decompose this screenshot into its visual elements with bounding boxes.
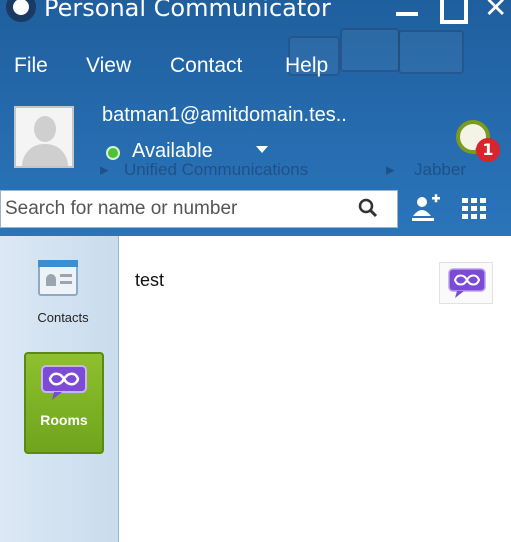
room-name: test [135, 270, 165, 290]
rooms-list: test [119, 236, 511, 542]
menu-help[interactable]: Help [285, 54, 328, 78]
list-item[interactable]: test [119, 256, 511, 304]
contacts-icon [38, 260, 78, 296]
menu-file[interactable]: File [14, 54, 48, 78]
window-title: Personal Communicator [44, 0, 331, 22]
chevron-down-icon [256, 146, 268, 153]
avatar-head [34, 116, 56, 142]
status-available-icon [106, 146, 120, 160]
minimize-button[interactable] [392, 0, 422, 24]
add-contact-icon[interactable] [410, 192, 442, 224]
background-breadcrumb: ▸ Unified Communications ▸ Jabber [0, 160, 511, 184]
rail-item-contacts[interactable]: Contacts [10, 254, 110, 344]
avatar[interactable] [14, 106, 74, 168]
user-email: batman1@amitdomain.tes.. [102, 104, 347, 126]
close-button[interactable]: ✕ [484, 0, 511, 24]
notifications-button[interactable]: 1 [454, 112, 500, 164]
rail-label: Contacts [37, 310, 89, 325]
menu-contact[interactable]: Contact [170, 54, 242, 78]
app-logo-icon [6, 0, 36, 22]
left-navigation-rail: Contacts Rooms [0, 236, 119, 542]
menu-view[interactable]: View [86, 54, 131, 78]
search-input[interactable] [1, 191, 355, 227]
chat-room-icon [448, 268, 486, 298]
avatar-body [22, 144, 68, 166]
breadcrumb-chevron-icon: ▸ [100, 160, 109, 179]
breadcrumb-item: Unified Communications [124, 160, 309, 179]
menu-bar: File View Contact Help [0, 48, 511, 84]
open-room-button[interactable] [439, 262, 493, 304]
maximize-button[interactable] [438, 0, 468, 24]
search-box [0, 190, 398, 228]
status-label: Available [132, 140, 213, 162]
breadcrumb-chevron-icon: ▸ [386, 160, 395, 179]
notification-badge: 1 [476, 138, 500, 162]
dialpad-icon[interactable] [460, 196, 488, 222]
rooms-icon [41, 365, 87, 400]
communicator-window: Personal Communicator ✕ File View Contac… [0, 0, 511, 542]
rail-label: Rooms [40, 412, 88, 428]
search-icon[interactable] [357, 197, 379, 219]
rail-item-rooms[interactable]: Rooms [24, 352, 104, 454]
